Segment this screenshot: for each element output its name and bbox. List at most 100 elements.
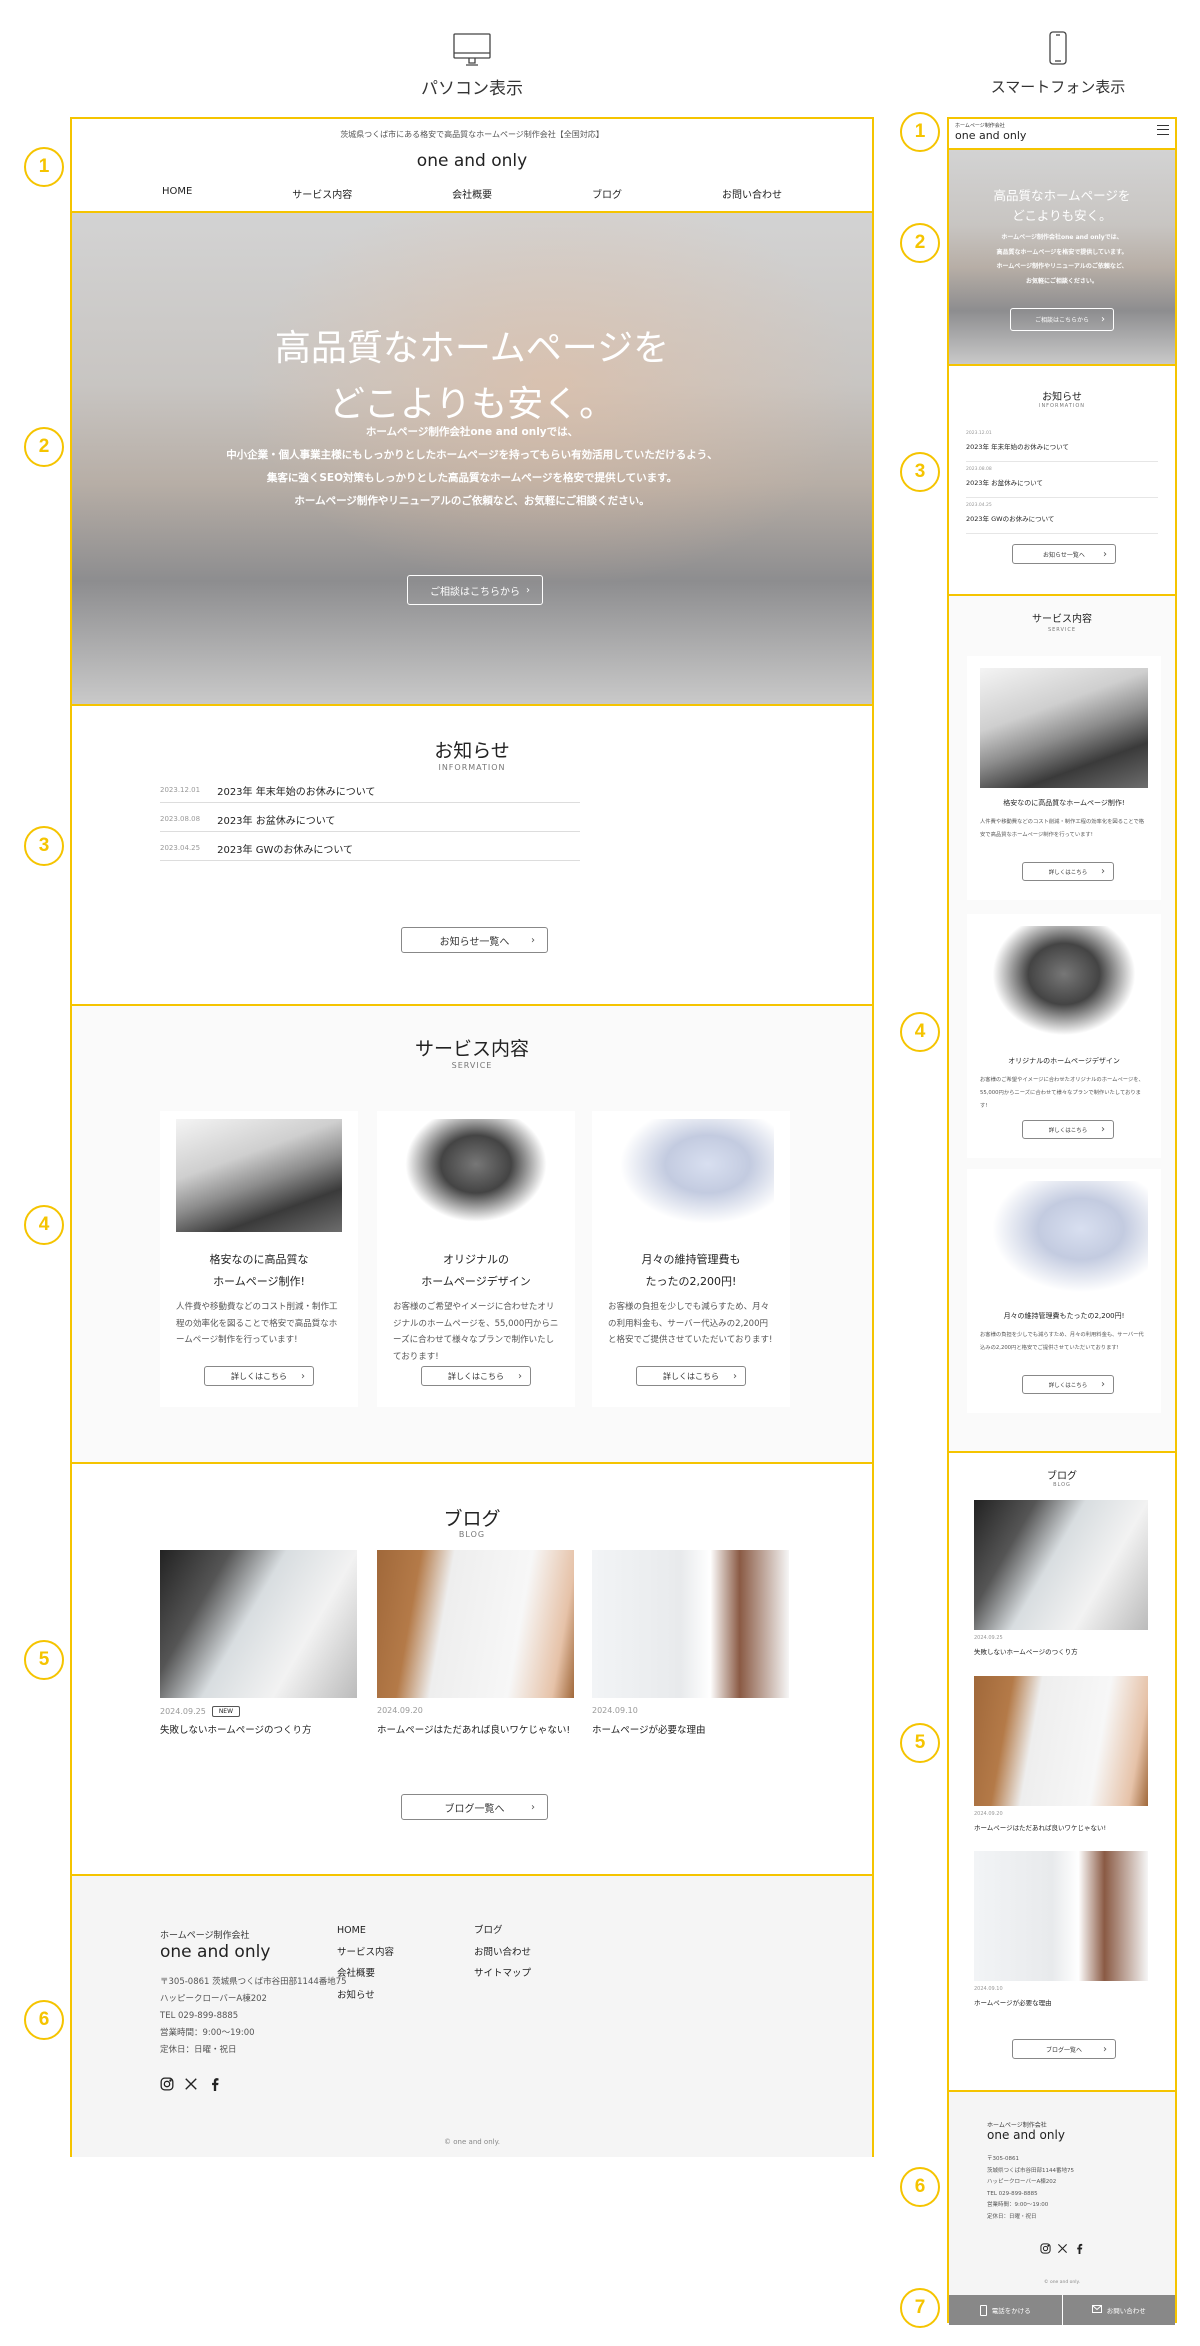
address-line: 定休日：日曜・祝日 [987, 2213, 1037, 2220]
pc-view-label: パソコン表示 [421, 79, 523, 99]
address-line: 〒305-0861 [987, 2156, 1019, 2162]
section-marker: 1 [900, 112, 940, 152]
section-marker: 4 [24, 1205, 64, 1245]
address-line: 茨城県つくば市谷田部1144番地75 [987, 2167, 1074, 2174]
sp-footer-logo[interactable]: one and only [987, 2128, 1065, 2142]
sp-blog-title: ブログ [1047, 1471, 1077, 1482]
news-row[interactable]: 2023.04.25 2023年 GWのお休みについて [160, 832, 580, 861]
sp-news-title: お知らせ [1042, 392, 1082, 403]
sp-service-card-title: オリジナルのホームページデザイン [1008, 1057, 1120, 1065]
service-card-title: 格安なのに高品質な ホームページ制作! [209, 1253, 309, 1288]
sp-service-card-body: 人件費や移動費などのコスト削減・制作工程の効率化を図ることで格安で高品質なホーム… [980, 819, 1145, 838]
news-list-button[interactable]: お知らせ一覧へ › [401, 927, 548, 953]
footer-menu-link[interactable]: ブログ [474, 1920, 531, 1942]
woman-laptop-image [592, 1550, 789, 1698]
blog-date: 2024.09.20 [377, 1706, 423, 1715]
service-card: 格安なのに高品質な ホームページ制作! 人件費や移動費などのコスト削減・制作工程の効… [160, 1111, 358, 1407]
responsive-devices-image [980, 926, 1148, 1046]
nav-item[interactable]: ブログ [592, 186, 622, 201]
sp-service-card: 月々の維持管理費もたったの2,200円! お客様の負担を少しでも減らすため、月々の… [967, 1169, 1161, 1413]
blog-list-button[interactable]: ブログ一覧へ › [401, 1794, 548, 1820]
sp-hero: 高品質なホームページを どこよりも安く。 ホームページ制作会社one and on… [949, 148, 1175, 364]
consult-button[interactable]: ご相談はこちらから › [407, 575, 543, 605]
sp-blog-card[interactable]: 2024.09.25 失敗しないホームページのつくり方 [974, 1500, 1148, 1670]
chevron-right-icon: › [301, 1370, 305, 1382]
footer-menu-link[interactable]: サイトマップ [474, 1963, 531, 1985]
pc-news: お知らせ INFORMATION 2023.12.01 2023年 年末年始のお休… [72, 704, 872, 1004]
chevron-right-icon: › [526, 584, 530, 596]
nav-item[interactable]: HOME [162, 186, 192, 201]
nav-item[interactable]: お問い合わせ [722, 186, 782, 201]
service-detail-button[interactable]: 詳しくはこちら › [421, 1366, 531, 1386]
news-row[interactable]: 2023.08.08 2023年 お盆休みについて [966, 462, 1158, 498]
pc-service: サービス内容 SERVICE 格安なのに高品質な ホームページ制作! 人件費や移動費… [72, 1004, 872, 1462]
sp-blog-list-button[interactable]: ブログ一覧へ › [1012, 2039, 1116, 2059]
chevron-right-icon: › [518, 1370, 522, 1382]
footer-menu-link[interactable]: サービス内容 [337, 1942, 394, 1964]
sp-blog-card[interactable]: 2024.09.20 ホームページはただあれば良いワケじゃない! [974, 1676, 1148, 1846]
sp-service-subtitle: SERVICE [1047, 627, 1077, 633]
sp-consult-button[interactable]: ご相談はこちらから › [1010, 308, 1114, 331]
sp-blog-post-title: 失敗しないホームページのつくり方 [974, 1648, 1078, 1656]
sp-service-card: 格安なのに高品質なホームページ制作! 人件費や移動費などのコスト削減・制作工程の効… [967, 656, 1161, 900]
x-icon[interactable] [1057, 2239, 1068, 2254]
section-marker: 5 [24, 1640, 64, 1680]
news-row[interactable]: 2023.08.08 2023年 お盆休みについて [160, 803, 580, 832]
section-marker: 4 [900, 1012, 940, 1052]
contact-button[interactable]: お問い合わせ [1063, 2295, 1176, 2325]
sp-news-list-button[interactable]: お知らせ一覧へ › [1012, 544, 1116, 564]
sp-service-detail-button[interactable]: 詳しくはこちら › [1022, 1375, 1114, 1394]
footer-menu-link[interactable]: 会社概要 [337, 1963, 394, 1985]
address-line: 営業時間：9:00〜19:00 [160, 2028, 255, 2038]
news-date: 2023.12.01 [160, 786, 201, 794]
site-logo[interactable]: one and only [72, 151, 872, 171]
laptop-coffee-image [974, 1500, 1148, 1630]
footer-menu-link[interactable]: お知らせ [337, 1985, 394, 2007]
section-marker: 6 [900, 2167, 940, 2207]
chevron-right-icon: › [1101, 1379, 1105, 1390]
blog-post-title: 失敗しないホームページのつくり方 [160, 1725, 312, 1736]
facebook-icon[interactable] [208, 2076, 222, 2091]
call-button[interactable]: 電話をかける [949, 2295, 1063, 2325]
sp-site-logo[interactable]: one and only [955, 129, 1026, 142]
sp-blog-card[interactable]: 2024.09.10 ホームページが必要な理由 [974, 1851, 1148, 2021]
service-detail-button[interactable]: 詳しくはこちら › [636, 1366, 746, 1386]
calculator-hand-image [608, 1119, 774, 1232]
responsive-devices-image [393, 1119, 559, 1232]
hero-text: ホームページ制作会社one and onlyでは、 中小企業・個人事業主様にもしっ… [226, 426, 718, 507]
service-card-body: お客様のご希望やイメージに合わせたオリジナルのホームページを、55,000円から… [393, 1302, 559, 1362]
blog-card[interactable]: 2024.09.10 ホームページが必要な理由 [592, 1550, 789, 1750]
sp-service-detail-button[interactable]: 詳しくはこちら › [1022, 1120, 1114, 1139]
blog-card[interactable]: 2024.09.25 NEW 失敗しないホームページのつくり方 [160, 1550, 357, 1750]
service-card: 月々の維持管理費も たったの2,200円! お客様の負担を少しでも減らすため、月々の… [592, 1111, 790, 1407]
sp-header: ホームページ制作会社 one and only [949, 119, 1175, 148]
sp-blog-subtitle: BLOG [1053, 1482, 1071, 1488]
news-row[interactable]: 2023.04.25 2023年 GWのお休みについて [966, 498, 1158, 534]
instagram-icon[interactable] [1039, 2239, 1051, 2254]
blog-post-title: ホームページが必要な理由 [592, 1725, 706, 1736]
footer-menu-link[interactable]: お問い合わせ [474, 1942, 531, 1964]
x-icon[interactable] [184, 2076, 198, 2090]
sp-service-title: サービス内容 [1032, 614, 1092, 625]
facebook-icon[interactable] [1074, 2239, 1085, 2254]
sp-service-detail-button[interactable]: 詳しくはこちら › [1022, 862, 1114, 881]
hamburger-menu-icon[interactable] [1157, 125, 1169, 135]
address-line: TEL 029-899-8885 [987, 2190, 1038, 2197]
nav-item[interactable]: 会社概要 [452, 186, 492, 201]
footer-logo[interactable]: one and only [160, 1942, 270, 1962]
social-links [160, 2076, 222, 2091]
news-row[interactable]: 2023.12.01 2023年 年末年始のお休みについて [966, 426, 1158, 462]
news-subtitle: INFORMATION [438, 763, 506, 772]
service-detail-button[interactable]: 詳しくはこちら › [204, 1366, 314, 1386]
news-row[interactable]: 2023.12.01 2023年 年末年始のお休みについて [160, 774, 580, 803]
nav-item[interactable]: サービス内容 [292, 186, 352, 201]
section-marker: 3 [24, 826, 64, 866]
sp-blog-date: 2024.09.10 [974, 1986, 1003, 1992]
instagram-icon[interactable] [160, 2076, 174, 2091]
blog-card[interactable]: 2024.09.20 ホームページはただあれば良いワケじゃない! [377, 1550, 574, 1750]
footer-menu-link[interactable]: HOME [337, 1920, 394, 1942]
sp-service: サービス内容 SERVICE 格安なのに高品質なホームページ制作! 人件費や移動費… [949, 594, 1175, 1451]
sp-news-subtitle: INFORMATION [1038, 403, 1086, 409]
pc-preview: 茨城県つくば市にある格安で高品質なホームページ制作会社【全国対応】 one an… [70, 117, 874, 2157]
news-date: 2023.04.25 [966, 503, 992, 508]
